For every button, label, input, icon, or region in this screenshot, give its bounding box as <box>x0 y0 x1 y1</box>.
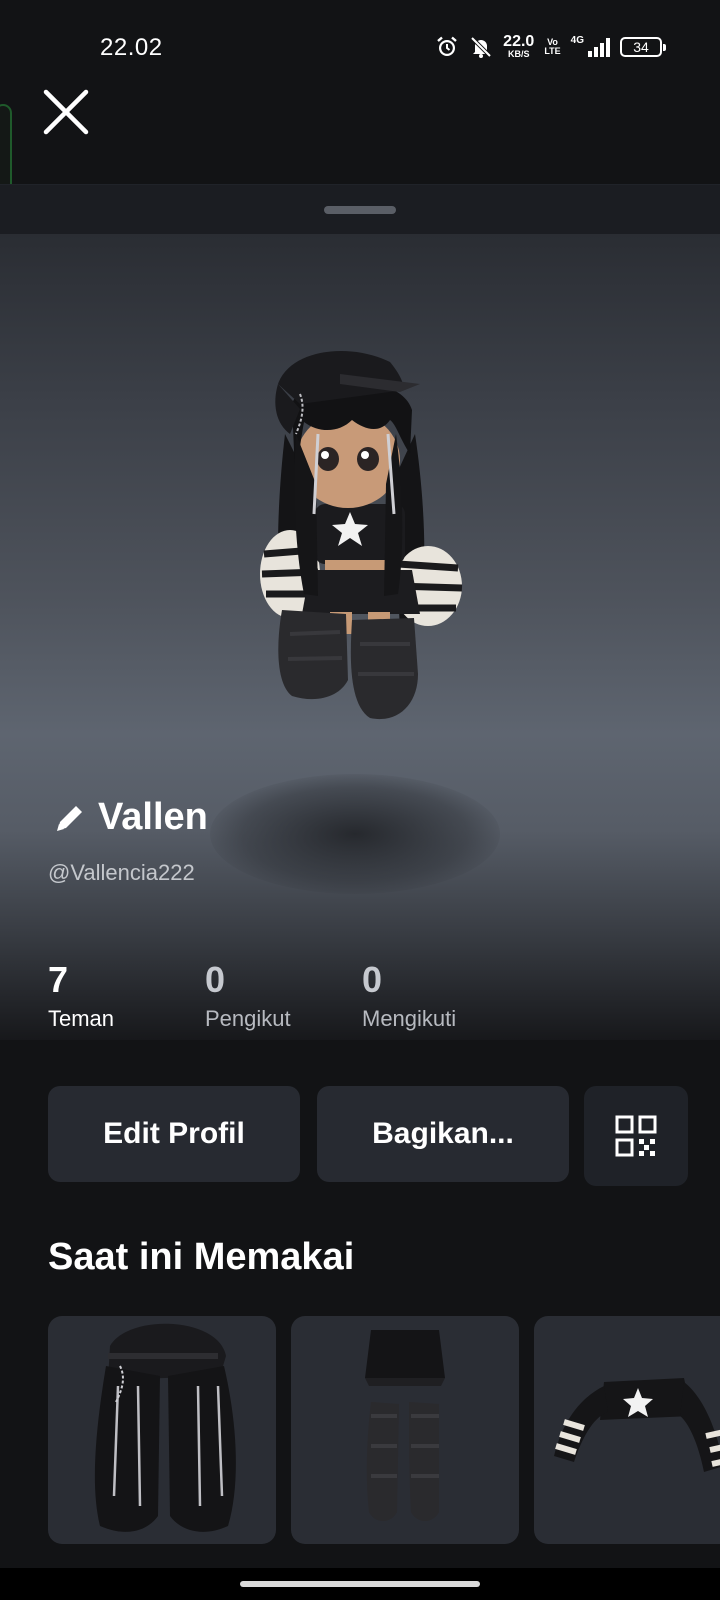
close-button[interactable] <box>38 84 94 140</box>
top-area <box>0 80 720 184</box>
net-speed-unit: KB/S <box>507 49 530 59</box>
stat-followers-count: 0 <box>205 959 226 1000</box>
avatar-3d-render <box>260 350 463 720</box>
skirt-legwarmers-thumbnail <box>365 1330 445 1521</box>
stat-friends[interactable]: 7 Teman <box>48 960 114 1032</box>
stat-friends-count: 7 <box>48 959 69 1000</box>
network-type: 4G <box>570 34 584 46</box>
display-name-row[interactable]: Vallen <box>52 796 208 839</box>
qr-code-button[interactable] <box>584 1086 688 1186</box>
stat-followers-label: Pengikut <box>205 1006 291 1031</box>
avatar-stage[interactable] <box>0 234 720 1040</box>
username: @Vallencia222 <box>48 860 195 885</box>
stat-following-label: Mengikuti <box>362 1006 457 1031</box>
display-name: Vallen <box>98 796 208 838</box>
home-indicator[interactable] <box>240 1581 480 1587</box>
mute-icon <box>470 36 492 58</box>
wearing-item-hair[interactable] <box>48 1316 276 1544</box>
status-bar: 22.02 22.0 KB/S Vo LTE 4G 34 <box>0 0 720 80</box>
stat-following[interactable]: 0 Mengikuti <box>362 960 456 1032</box>
volte-bottom: LTE <box>544 46 561 56</box>
battery-icon: 34 <box>620 37 666 57</box>
volte-indicator: Vo LTE <box>544 38 560 56</box>
battery-level: 34 <box>633 39 649 55</box>
net-speed: 22.0 KB/S <box>503 33 535 60</box>
qr-code-icon <box>615 1115 657 1157</box>
alarm-icon <box>437 36 457 56</box>
net-speed-value: 22.0 <box>503 33 535 50</box>
sweater-thumbnail <box>554 1378 720 1472</box>
stat-friends-label: Teman <box>48 1006 115 1031</box>
status-time: 22.02 <box>100 34 163 61</box>
share-button[interactable]: Bagikan... <box>317 1086 569 1182</box>
close-icon <box>43 89 89 135</box>
pencil-icon[interactable] <box>52 800 88 836</box>
currently-wearing-title: Saat ini Memakai <box>48 1236 355 1278</box>
signal-icon <box>588 37 610 57</box>
status-icons: 22.0 KB/S Vo LTE 4G 34 <box>435 32 666 62</box>
stat-followers[interactable]: 0 Pengikut <box>205 960 291 1032</box>
stat-following-count: 0 <box>362 959 383 1000</box>
wearing-item-sweater[interactable] <box>534 1316 720 1544</box>
edit-profile-button[interactable]: Edit Profil <box>48 1086 300 1182</box>
drag-handle[interactable] <box>324 206 396 214</box>
wearing-item-skirt-legwarmers[interactable] <box>291 1316 519 1544</box>
hair-item-thumbnail <box>94 1323 236 1532</box>
